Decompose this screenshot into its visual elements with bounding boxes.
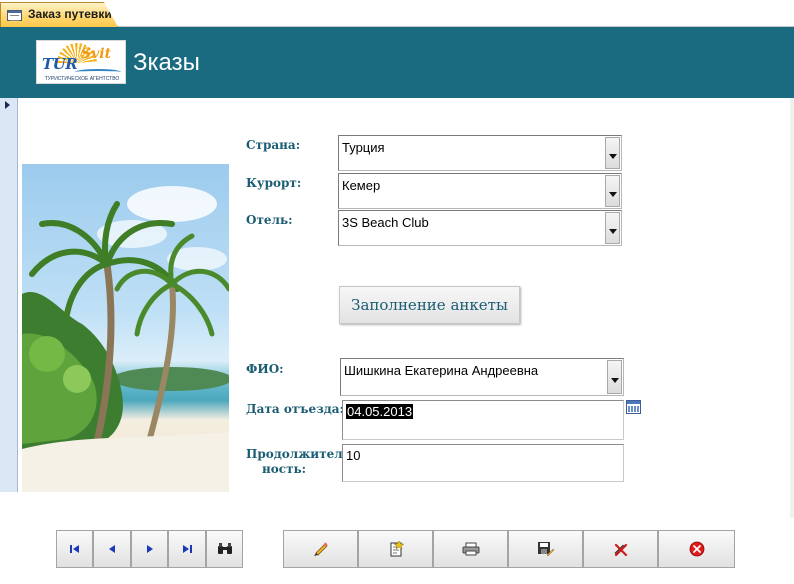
departure-date-input[interactable]: 04.05.2013 [342, 400, 624, 440]
save-icon [537, 542, 554, 557]
close-form-icon [689, 541, 704, 557]
country-combobox[interactable]: Турция [338, 135, 622, 171]
fio-combobox[interactable]: Шишкина Екатерина Андреевна [340, 358, 624, 396]
duration-input[interactable]: 10 [342, 444, 624, 482]
edit-pencil-icon [313, 542, 328, 556]
form-icon [7, 10, 22, 21]
fio-dropdown-arrow-icon[interactable] [607, 360, 622, 394]
departure-date-label: Дата отъезда: [246, 402, 344, 416]
duration-label-line2: ность: [262, 462, 307, 476]
print-button[interactable] [433, 530, 508, 568]
new-record-icon [390, 541, 404, 557]
resort-label: Курорт: [246, 176, 302, 190]
fio-value: Шишкина Екатерина Андреевна [344, 363, 539, 378]
beach-palm-image [22, 164, 229, 492]
first-record-icon [69, 545, 79, 553]
delete-record-icon [614, 543, 627, 556]
new-record-button[interactable] [358, 530, 433, 568]
current-record-arrow-icon [5, 101, 10, 109]
save-record-button[interactable] [508, 530, 583, 568]
logo-tur-text: TUR [42, 55, 78, 73]
resort-combobox[interactable]: Кемер [338, 173, 622, 209]
resort-value: Кемер [342, 178, 381, 193]
previous-record-icon [109, 545, 115, 553]
hotel-combobox[interactable]: 3S Beach Club [338, 210, 622, 246]
document-tab-label: Заказ путевки [28, 7, 112, 21]
document-tab[interactable]: Заказ путевки [0, 2, 118, 27]
date-picker-calendar-icon[interactable] [626, 400, 641, 414]
record-selector[interactable] [0, 98, 18, 492]
hotel-dropdown-arrow-icon[interactable] [605, 212, 620, 244]
form-right-edge [790, 98, 794, 518]
access-form-window: Заказ путевки Svit TUR ТУРИСТИЧЕСКОЕ АГЕ… [0, 0, 794, 584]
close-form-button[interactable] [658, 530, 735, 568]
country-value: Турция [342, 140, 385, 155]
logo-wave-icon [75, 69, 121, 75]
duration-value: 10 [346, 448, 361, 463]
last-record-icon [183, 545, 192, 553]
fio-label: ФИО: [246, 362, 284, 376]
previous-record-button[interactable] [93, 530, 131, 568]
country-label: Страна: [246, 138, 301, 152]
find-binoculars-icon [217, 543, 232, 554]
form-title: Зказы [133, 49, 200, 76]
hotel-label: Отель: [246, 213, 293, 227]
next-record-icon [146, 545, 153, 553]
first-record-button[interactable] [56, 530, 93, 568]
document-tab-strip: Заказ путевки [0, 0, 794, 27]
find-button[interactable] [206, 530, 243, 568]
edit-record-button[interactable] [283, 530, 358, 568]
country-dropdown-arrow-icon[interactable] [605, 137, 620, 169]
form-header: Svit TUR ТУРИСТИЧЕСКОЕ АГЕНТСТВО Зказы [0, 27, 794, 98]
hotel-value: 3S Beach Club [342, 215, 429, 230]
print-icon [462, 542, 479, 556]
last-record-button[interactable] [168, 530, 206, 568]
delete-record-button[interactable] [583, 530, 658, 568]
next-record-button[interactable] [131, 530, 168, 568]
departure-date-value: 04.05.2013 [346, 404, 414, 419]
fill-questionnaire-button[interactable]: Заполнение анкеты [339, 286, 520, 324]
logo-subtitle: ТУРИСТИЧЕСКОЕ АГЕНТСТВО [44, 76, 120, 82]
resort-dropdown-arrow-icon[interactable] [605, 175, 620, 207]
logo-svit-text: Svit [81, 46, 112, 62]
company-logo: Svit TUR ТУРИСТИЧЕСКОЕ АГЕНТСТВО [36, 40, 126, 84]
